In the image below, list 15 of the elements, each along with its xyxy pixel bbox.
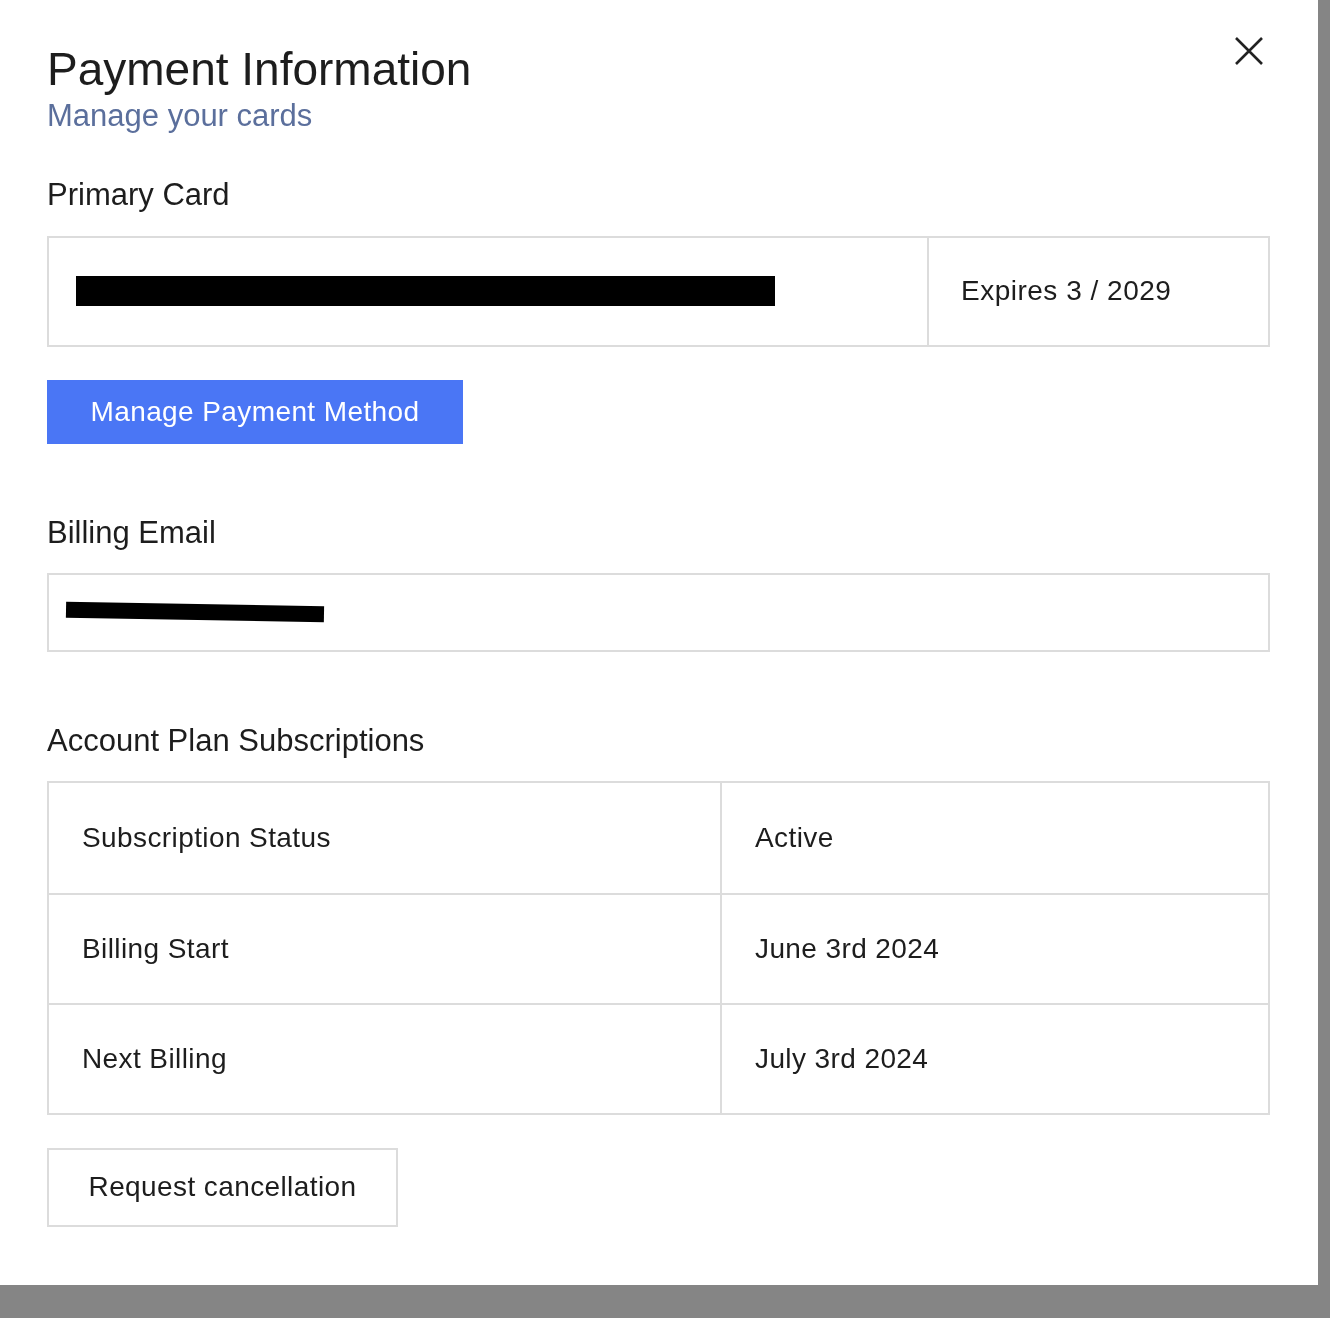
dialog-title: Payment Information (47, 42, 472, 97)
card-expiry: Expires 3 / 2029 (961, 274, 1172, 309)
row-value: Active (755, 820, 834, 855)
email-field[interactable] (47, 572, 1270, 652)
cancellation-button[interactable]: Request cancellation (47, 1147, 398, 1227)
manage-payment-button[interactable]: Manage Payment Method (47, 379, 463, 444)
row-label: Next Billing (82, 1041, 227, 1076)
dialog-subtitle: Manage your cards (47, 97, 313, 135)
row-value: June 3rd 2024 (755, 931, 940, 966)
row-value: July 3rd 2024 (755, 1041, 929, 1076)
section-heading: Primary Card (47, 176, 230, 214)
row-label: Billing Start (82, 931, 229, 966)
section-heading: Account Plan Subscriptions (47, 721, 425, 759)
section-heading: Billing Email (47, 513, 216, 551)
row-label: Subscription Status (82, 820, 331, 855)
